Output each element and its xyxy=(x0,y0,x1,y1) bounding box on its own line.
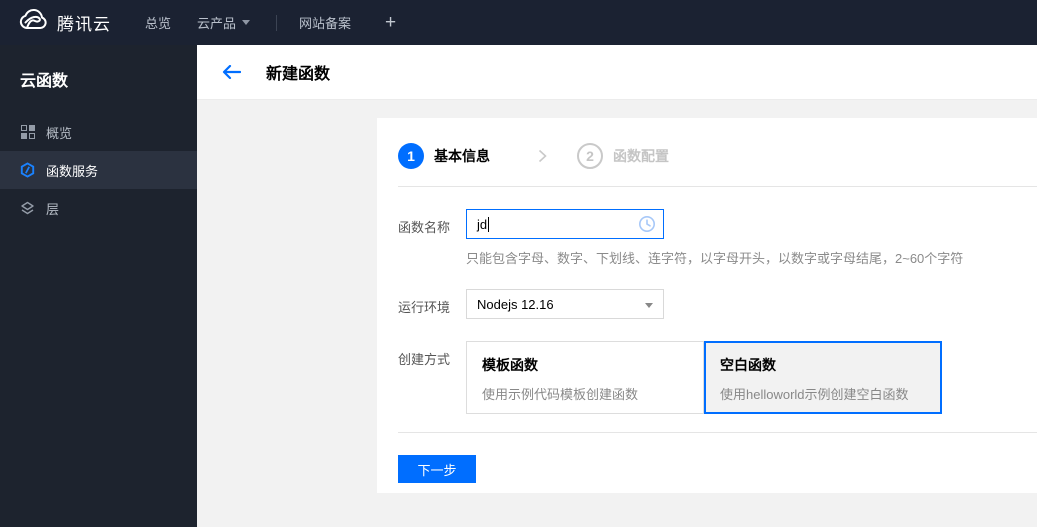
function-name-value: jd xyxy=(477,216,488,232)
text-cursor xyxy=(488,216,490,232)
option-title: 空白函数 xyxy=(720,357,776,373)
topbar-nav: 总览 云产品 网站备案 + xyxy=(145,13,396,32)
tencent-cloud-logo-icon xyxy=(18,9,48,36)
tencent-cloud-brand[interactable]: 腾讯云 xyxy=(18,9,111,36)
footer-divider xyxy=(398,432,1037,433)
topnav-cloud-products-label: 云产品 xyxy=(197,16,237,31)
function-name-field: jd 只能包含字母、数字、下划线、连字符，以字母开头，以数字或字母结尾，2~60… xyxy=(466,209,963,267)
step-2-circle: 2 xyxy=(577,143,603,169)
sidebar-nav: 概览 函数服务 层 xyxy=(0,113,197,227)
add-tab-button[interactable]: + xyxy=(385,13,396,32)
step-2-label: 函数配置 xyxy=(613,148,669,164)
main-area: 新建函数 1 基本信息 2 函数配置 函数名称 jd 只能包含字母、数字、下划线… xyxy=(197,45,1037,527)
function-name-hint: 只能包含字母、数字、下划线、连字符，以字母开头，以数字或字母结尾，2~60个字符 xyxy=(466,251,964,266)
page-title: 新建函数 xyxy=(266,66,331,83)
wizard-steps: 1 基本信息 2 函数配置 xyxy=(377,118,1037,169)
topnav-overview[interactable]: 总览 xyxy=(145,13,171,32)
topnav-overview-label: 总览 xyxy=(145,16,172,31)
option-title: 模板函数 xyxy=(482,357,538,373)
runtime-label: 运行环境 xyxy=(398,300,451,315)
runtime-row: 运行环境 Nodejs 12.16 xyxy=(398,289,1037,319)
topnav-icp-filing-label: 网站备案 xyxy=(299,16,352,31)
topbar: 腾讯云 总览 云产品 网站备案 + xyxy=(0,0,1037,45)
sidebar-item-label: 函数服务 xyxy=(46,163,99,179)
runtime-selected-value: Nodejs 12.16 xyxy=(477,296,554,312)
sidebar-title: 云函数 xyxy=(20,73,69,90)
topnav-icp-filing[interactable]: 网站备案 xyxy=(299,13,351,32)
content-area: 1 基本信息 2 函数配置 函数名称 jd 只能包含字母、数字、下划线、连字符，… xyxy=(197,100,1037,527)
topbar-divider xyxy=(276,14,278,31)
layers-icon xyxy=(20,201,35,216)
page-header: 新建函数 xyxy=(197,45,1037,100)
sidebar-item-function-service[interactable]: 函数服务 xyxy=(0,151,197,189)
sidebar-item-label: 层 xyxy=(46,201,60,217)
create-function-card: 1 基本信息 2 函数配置 函数名称 jd 只能包含字母、数字、下划线、连字符，… xyxy=(377,118,1037,493)
step-1-circle: 1 xyxy=(398,143,424,169)
creation-method-options: 模板函数 使用示例代码模板创建函数 空白函数 使用helloworld示例创建空… xyxy=(466,341,942,414)
function-name-input[interactable]: jd xyxy=(466,209,664,239)
main-layout: 云函数 概览 函数服务 层 新建函数 1 基本信息 2 函数配置 函数名称 jd… xyxy=(0,45,1037,527)
option-description: 使用helloworld示例创建空白函数 xyxy=(720,387,909,402)
next-step-button[interactable]: 下一步 xyxy=(398,455,476,483)
clock-icon xyxy=(638,215,656,236)
function-name-label: 函数名称 xyxy=(398,220,451,235)
sidebar: 云函数 概览 函数服务 层 xyxy=(0,45,197,527)
select-caret-icon xyxy=(645,303,653,308)
back-arrow-icon[interactable] xyxy=(222,65,241,79)
app-root: 腾讯云 总览 云产品 网站备案 + 云函数 概览 函数服务 层 新建函数 1 基… xyxy=(0,0,1037,527)
creation-method-label: 创建方式 xyxy=(398,352,451,367)
caret-down-icon xyxy=(242,20,251,25)
function-name-row: 函数名称 jd 只能包含字母、数字、下划线、连字符，以字母开头，以数字或字母结尾… xyxy=(398,209,1037,267)
chevron-right-icon xyxy=(538,149,547,163)
sidebar-item-label: 概览 xyxy=(46,125,73,141)
option-description: 使用示例代码模板创建函数 xyxy=(482,387,639,402)
option-blank-function[interactable]: 空白函数 使用helloworld示例创建空白函数 xyxy=(704,341,942,414)
runtime-select[interactable]: Nodejs 12.16 xyxy=(466,289,664,319)
creation-method-row: 创建方式 模板函数 使用示例代码模板创建函数 空白函数 使用helloworld… xyxy=(398,341,1037,414)
grid-icon xyxy=(20,125,35,140)
scf-hexagon-icon xyxy=(20,162,35,178)
step-1-label: 基本信息 xyxy=(434,148,490,164)
topnav-cloud-products[interactable]: 云产品 xyxy=(197,13,251,32)
option-template-function[interactable]: 模板函数 使用示例代码模板创建函数 xyxy=(466,341,704,414)
sidebar-item-overview[interactable]: 概览 xyxy=(0,113,197,151)
basic-info-form: 函数名称 jd 只能包含字母、数字、下划线、连字符，以字母开头，以数字或字母结尾… xyxy=(377,209,1037,414)
brand-name: 腾讯云 xyxy=(57,15,111,34)
sidebar-item-layers[interactable]: 层 xyxy=(0,189,197,227)
steps-divider xyxy=(398,186,1037,187)
